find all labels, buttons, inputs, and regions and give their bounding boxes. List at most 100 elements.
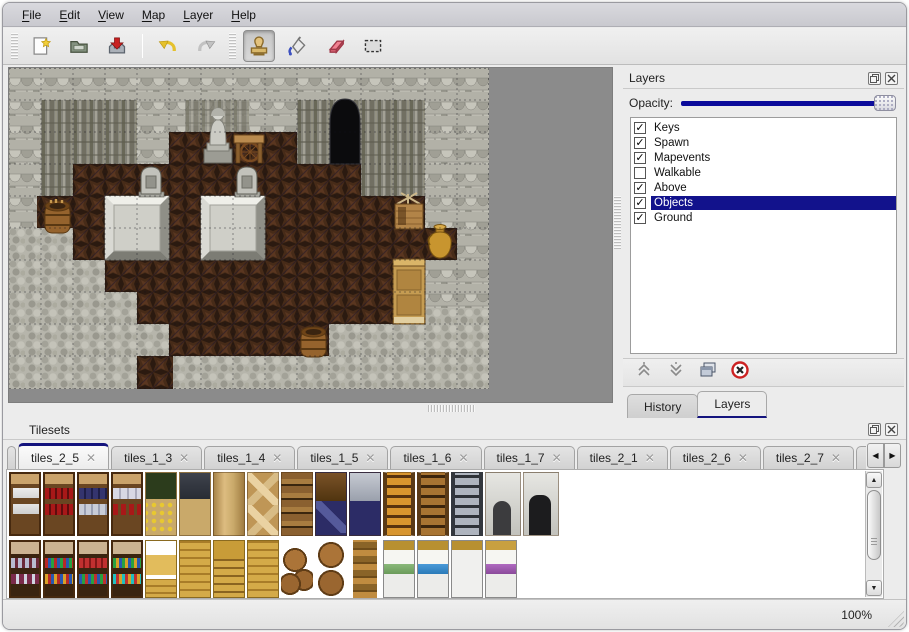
layer-visibility-checkbox[interactable]: ✓ — [634, 122, 646, 134]
tile-ladder-orange[interactable] — [383, 472, 415, 536]
tileset-tab-tiles_2_1[interactable]: tiles_2_1✕ — [577, 446, 668, 469]
tab-scroll-left-button[interactable]: ◀ — [867, 443, 884, 468]
menu-help[interactable]: Help — [222, 3, 265, 27]
tile-shelf-red[interactable] — [43, 472, 75, 536]
tileset-tab-tiles_1_5[interactable]: tiles_1_5✕ — [297, 446, 388, 469]
tile-chest-navy[interactable] — [315, 472, 347, 536]
map-canvas[interactable] — [9, 68, 489, 389]
layer-row-spawn[interactable]: ✓Spawn — [631, 135, 896, 150]
vertical-splitter[interactable] — [614, 195, 621, 249]
tileset-tab-partial[interactable] — [7, 446, 16, 469]
menu-layer[interactable]: Layer — [174, 3, 222, 27]
tab-close-icon[interactable]: ✕ — [458, 451, 468, 465]
toolbar-handle[interactable] — [229, 33, 236, 59]
tileset-tab-tiles_2_6[interactable]: tiles_2_6✕ — [670, 446, 761, 469]
tile-bs-1[interactable] — [9, 540, 41, 598]
tile-bs-2[interactable] — [43, 540, 75, 598]
layer-row-keys[interactable]: ✓Keys — [631, 120, 896, 135]
resize-grip-icon[interactable] — [888, 611, 904, 627]
tile-shelf-dishes[interactable] — [9, 472, 41, 536]
move-down-icon[interactable] — [667, 361, 685, 384]
tab-history[interactable]: History — [627, 394, 698, 418]
tab-close-icon[interactable]: ✕ — [365, 451, 375, 465]
tileset-tab-tiles_[interactable]: tiles_✕ — [856, 446, 866, 469]
delete-icon[interactable] — [731, 361, 749, 384]
tile-crate-x[interactable] — [247, 472, 279, 536]
tile-crates-b[interactable] — [179, 540, 211, 598]
tile-bed-purple[interactable] — [485, 540, 517, 598]
horizontal-splitter[interactable] — [428, 405, 476, 412]
layer-row-ground[interactable]: ✓Ground — [631, 210, 896, 225]
float-icon[interactable] — [868, 72, 881, 85]
tile-arch-dark[interactable] — [523, 472, 559, 536]
layer-visibility-checkbox[interactable]: ✓ — [634, 212, 646, 224]
tab-close-icon[interactable]: ✕ — [831, 451, 841, 465]
layer-visibility-checkbox[interactable]: ✓ — [634, 197, 646, 209]
tab-close-icon[interactable]: ✕ — [179, 451, 189, 465]
tile-chest-bands[interactable] — [281, 472, 313, 536]
save-button[interactable] — [101, 30, 133, 62]
open-folder-button[interactable] — [63, 30, 95, 62]
layer-row-mapevents[interactable]: ✓Mapevents — [631, 150, 896, 165]
layer-visibility-checkbox[interactable]: ✓ — [634, 137, 646, 149]
redo-button[interactable] — [190, 30, 222, 62]
tile-crates-a[interactable] — [145, 540, 177, 598]
tileset-scrollbar[interactable]: ▲ ▼ — [865, 471, 882, 597]
float-icon[interactable] — [868, 423, 881, 436]
opacity-slider[interactable] — [681, 95, 896, 111]
stamp-tool-button[interactable] — [243, 30, 275, 62]
menu-map[interactable]: Map — [133, 3, 174, 27]
tile-metal-navy[interactable] — [349, 472, 381, 536]
menu-edit[interactable]: Edit — [50, 3, 89, 27]
layer-row-walkable[interactable]: Walkable — [631, 165, 896, 180]
tile-shelf-jars[interactable] — [111, 472, 143, 536]
tileset-tab-tiles_2_7[interactable]: tiles_2_7✕ — [763, 446, 854, 469]
tile-crates-c[interactable] — [213, 540, 245, 598]
toolbar-handle[interactable] — [11, 33, 18, 59]
scroll-up-icon[interactable]: ▲ — [866, 472, 882, 488]
tile-sack-tall[interactable] — [213, 472, 245, 536]
layer-row-objects[interactable]: ✓Objects — [631, 195, 896, 210]
tile-pots[interactable] — [349, 540, 381, 598]
tile-bed-white[interactable] — [451, 540, 483, 598]
map-viewport[interactable] — [8, 67, 613, 403]
eraser-tool-button[interactable] — [319, 30, 351, 62]
tab-layers[interactable]: Layers — [697, 391, 767, 418]
tile-arch[interactable] — [485, 472, 521, 536]
menu-view[interactable]: View — [89, 3, 133, 27]
tile-barrels-two[interactable] — [315, 540, 347, 598]
tab-close-icon[interactable]: ✕ — [552, 451, 562, 465]
menu-file[interactable]: File — [13, 3, 50, 27]
tile-bed-blue[interactable] — [417, 540, 449, 598]
undo-button[interactable] — [152, 30, 184, 62]
tileset-tab-tiles_2_5[interactable]: tiles_2_5✕ — [18, 443, 109, 469]
tileset-tab-tiles_1_7[interactable]: tiles_1_7✕ — [484, 446, 575, 469]
layer-visibility-checkbox[interactable] — [634, 167, 646, 179]
close-icon[interactable] — [885, 423, 898, 436]
tileset-tab-tiles_1_3[interactable]: tiles_1_3✕ — [111, 446, 202, 469]
tab-close-icon[interactable]: ✕ — [645, 451, 655, 465]
new-file-button[interactable] — [25, 30, 57, 62]
tile-shelf-blue[interactable] — [77, 472, 109, 536]
tile-crates-b[interactable] — [247, 540, 279, 598]
tileset-tab-tiles_1_4[interactable]: tiles_1_4✕ — [204, 446, 295, 469]
scroll-down-icon[interactable]: ▼ — [866, 580, 882, 596]
select-rect-tool-button[interactable] — [357, 30, 389, 62]
close-icon[interactable] — [885, 72, 898, 85]
tile-bed-green[interactable] — [383, 540, 415, 598]
tab-scroll-right-button[interactable]: ▶ — [884, 443, 901, 468]
move-up-icon[interactable] — [635, 361, 653, 384]
duplicate-icon[interactable] — [699, 361, 717, 384]
tile-barrels[interactable] — [281, 540, 313, 598]
tab-close-icon[interactable]: ✕ — [738, 451, 748, 465]
layer-row-above[interactable]: ✓Above — [631, 180, 896, 195]
scrollbar-thumb[interactable] — [867, 490, 881, 560]
tile-flower-sack[interactable] — [145, 472, 177, 536]
layer-visibility-checkbox[interactable]: ✓ — [634, 152, 646, 164]
tile-bs-4[interactable] — [111, 540, 143, 598]
tab-close-icon[interactable]: ✕ — [86, 451, 96, 465]
layer-visibility-checkbox[interactable]: ✓ — [634, 182, 646, 194]
tile-ladder-steel[interactable] — [451, 472, 483, 536]
tile-bs-3[interactable] — [77, 540, 109, 598]
tile-coal-sack[interactable] — [179, 472, 211, 536]
